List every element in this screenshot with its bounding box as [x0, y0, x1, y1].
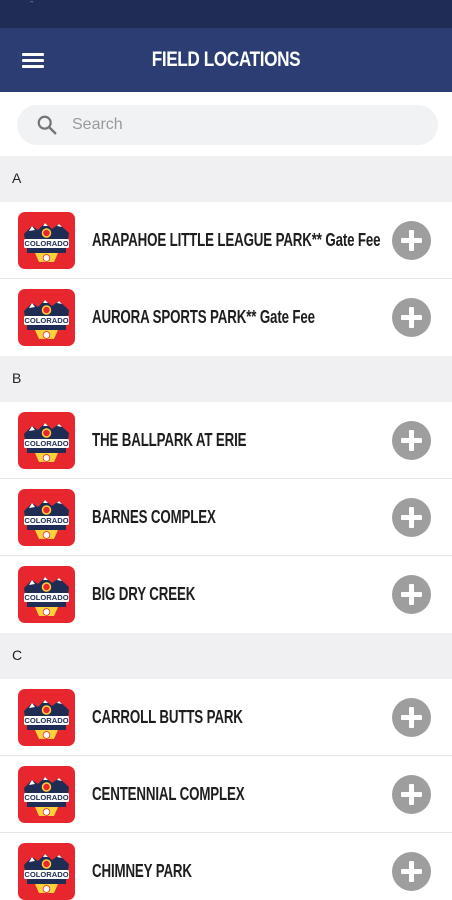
logo-text: COLORADO	[24, 439, 68, 448]
logo-text: COLORADO	[24, 316, 68, 325]
field-name: BARNES COMPLEX	[92, 507, 216, 527]
section-header-a: A	[0, 156, 452, 202]
hamburger-menu-icon[interactable]	[14, 46, 52, 74]
colorado-logo-icon: COLORADO	[18, 566, 75, 623]
app-bar: FIELD LOCATIONS	[0, 28, 452, 92]
list-item[interactable]: COLORADO CENTENNIAL COMPLEX	[0, 756, 452, 833]
field-name: AURORA SPORTS PARK** Gate Fee	[92, 307, 315, 327]
add-circle-icon[interactable]	[392, 498, 431, 537]
section-letter: C	[12, 647, 23, 663]
logo-text: COLORADO	[24, 716, 68, 725]
colorado-logo-icon: COLORADO	[18, 843, 75, 900]
list-item[interactable]: COLORADO CHIMNEY PARK	[0, 833, 452, 900]
colorado-logo-icon: COLORADO	[18, 766, 75, 823]
logo-text: COLORADO	[24, 593, 68, 602]
list-item[interactable]: COLORADO BARNES COMPLEX	[0, 479, 452, 556]
logo-text: COLORADO	[24, 516, 68, 525]
list-item[interactable]: COLORADO AURORA SPORTS PARK** Gate Fee	[0, 279, 452, 356]
colorado-logo-icon: COLORADO	[18, 412, 75, 469]
colorado-logo-icon: COLORADO	[18, 689, 75, 746]
add-circle-icon[interactable]	[392, 421, 431, 460]
add-circle-icon[interactable]	[392, 775, 431, 814]
add-circle-icon[interactable]	[392, 221, 431, 260]
list-item[interactable]: COLORADO CARROLL BUTTS PARK	[0, 679, 452, 756]
field-name: CENTENNIAL COMPLEX	[92, 784, 245, 804]
logo-text: COLORADO	[24, 239, 68, 248]
field-name: ARAPAHOE LITTLE LEAGUE PARK** Gate Fee	[92, 230, 381, 250]
section-letter: B	[12, 370, 22, 386]
logo-text: COLORADO	[24, 793, 68, 802]
logo-text: COLORADO	[24, 870, 68, 879]
add-circle-icon[interactable]	[392, 852, 431, 891]
search-input[interactable]	[72, 105, 422, 145]
status-bar: ᵔ	[0, 0, 452, 28]
add-circle-icon[interactable]	[392, 698, 431, 737]
section-header-b: B	[0, 356, 452, 402]
colorado-logo-icon: COLORADO	[18, 212, 75, 269]
list-item[interactable]: COLORADO BIG DRY CREEK	[0, 556, 452, 633]
page-title: FIELD LOCATIONS	[151, 48, 301, 71]
search-field[interactable]	[17, 105, 438, 145]
section-header-c: C	[0, 633, 452, 679]
field-name: CARROLL BUTTS PARK	[92, 707, 243, 727]
field-name: CHIMNEY PARK	[92, 861, 192, 881]
list-item[interactable]: COLORADO ARAPAHOE LITTLE LEAGUE PARK** Ga…	[0, 202, 452, 279]
search-bar	[0, 92, 452, 156]
status-indicator: ᵔ	[30, 0, 34, 10]
search-icon	[37, 115, 57, 135]
add-circle-icon[interactable]	[392, 575, 431, 614]
add-circle-icon[interactable]	[392, 298, 431, 337]
list-item[interactable]: COLORADO THE BALLPARK AT ERIE	[0, 402, 452, 479]
colorado-logo-icon: COLORADO	[18, 289, 75, 346]
section-letter: A	[12, 170, 22, 186]
colorado-logo-icon: COLORADO	[18, 489, 75, 546]
field-name: BIG DRY CREEK	[92, 584, 196, 604]
field-name: THE BALLPARK AT ERIE	[92, 430, 247, 450]
